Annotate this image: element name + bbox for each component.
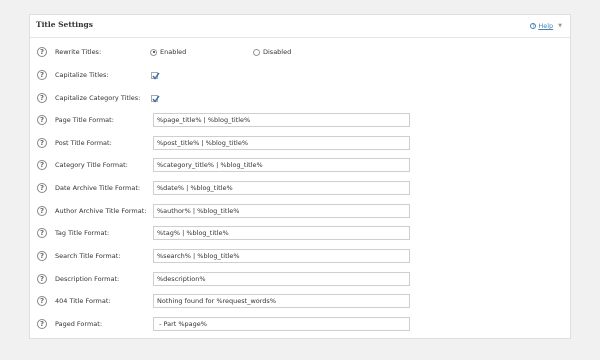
- tag-title-format-row: ? Tag Title Format: %tag% | %blog_title%: [30, 224, 570, 242]
- question-circle-icon[interactable]: ?: [37, 160, 47, 170]
- question-circle-icon[interactable]: ?: [37, 206, 47, 216]
- rewrite-titles-label: Rewrite Titles:: [55, 48, 102, 56]
- field-label: Author Archive Title Format:: [55, 207, 147, 215]
- checkmark-icon: [152, 72, 160, 80]
- capitalize-category-titles-label: Capitalize Category Titles:: [55, 94, 141, 102]
- field-label: Post Title Format:: [55, 139, 112, 147]
- enabled-radio[interactable]: [150, 48, 157, 56]
- date-archive-title-format-input[interactable]: %date% | %blog_title%: [153, 181, 410, 195]
- question-circle-icon[interactable]: ?: [37, 251, 47, 261]
- post-title-format-row: ? Post Title Format: %post_title% | %blo…: [30, 134, 570, 152]
- rewrite-enabled-option[interactable]: Enabled: [150, 48, 186, 56]
- field-label: Date Archive Title Format:: [55, 184, 141, 192]
- paged-format-input[interactable]: - Part %page%: [153, 317, 410, 331]
- question-circle-icon[interactable]: ?: [37, 138, 47, 148]
- question-circle-icon[interactable]: ?: [37, 70, 47, 80]
- capitalize-category-titles-checkbox[interactable]: [151, 94, 160, 103]
- rewrite-disabled-option[interactable]: Disabled: [253, 48, 291, 56]
- field-label: Tag Title Format:: [55, 229, 110, 237]
- 404-title-format-input[interactable]: Nothing found for %request_words%: [153, 294, 410, 308]
- field-label: Search Title Format:: [55, 252, 121, 260]
- help-icon: ?: [530, 23, 537, 30]
- field-label: Page Title Format:: [55, 116, 114, 124]
- enabled-label[interactable]: Enabled: [160, 48, 186, 56]
- category-title-format-row: ? Category Title Format: %category_title…: [30, 156, 570, 174]
- question-circle-icon[interactable]: ?: [37, 274, 47, 284]
- tag-title-format-input[interactable]: %tag% | %blog_title%: [153, 226, 410, 240]
- 404-title-format-row: ? 404 Title Format: Nothing found for %r…: [30, 292, 570, 310]
- help-label[interactable]: Help: [538, 22, 553, 30]
- panel-header: Title Settings ? Help ▼: [30, 15, 570, 38]
- question-circle-icon[interactable]: ?: [37, 319, 47, 329]
- post-title-format-input[interactable]: %post_title% | %blog_title%: [153, 136, 410, 150]
- capitalize-titles-checkbox[interactable]: [151, 71, 160, 80]
- question-circle-icon[interactable]: ?: [37, 296, 47, 306]
- date-archive-title-format-row: ? Date Archive Title Format: %date% | %b…: [30, 179, 570, 197]
- question-circle-icon[interactable]: ?: [37, 47, 47, 57]
- capitalize-titles-label: Capitalize Titles:: [55, 71, 109, 79]
- page-title-format-row: ? Page Title Format: %page_title% | %blo…: [30, 111, 570, 129]
- category-title-format-input[interactable]: %category_title% | %blog_title%: [153, 158, 410, 172]
- checkmark-icon: [152, 95, 160, 103]
- search-title-format-row: ? Search Title Format: %search% | %blog_…: [30, 247, 570, 265]
- capitalize-titles-row: ? Capitalize Titles:: [30, 66, 570, 84]
- disabled-label[interactable]: Disabled: [263, 48, 291, 56]
- page-title-format-input[interactable]: %page_title% | %blog_title%: [153, 113, 410, 127]
- field-label: Description Format:: [55, 275, 120, 283]
- question-circle-icon[interactable]: ?: [37, 228, 47, 238]
- author-archive-title-format-row: ? Author Archive Title Format: %author% …: [30, 202, 570, 220]
- capitalize-category-titles-row: ? Capitalize Category Titles:: [30, 89, 570, 107]
- field-label: Paged Format:: [55, 320, 103, 328]
- paged-format-row: ? Paged Format: - Part %page%: [30, 315, 570, 333]
- field-label: 404 Title Format:: [55, 297, 111, 305]
- help-link[interactable]: ? Help ▼: [530, 22, 562, 30]
- description-format-input[interactable]: %description%: [153, 272, 410, 286]
- description-format-row: ? Description Format: %description%: [30, 270, 570, 288]
- panel-title: Title Settings: [36, 20, 94, 29]
- title-settings-panel: Title Settings ? Help ▼ ? Rewrite Titles…: [29, 14, 571, 339]
- triangle-down-icon[interactable]: ▼: [558, 23, 562, 29]
- question-circle-icon[interactable]: ?: [37, 115, 47, 125]
- author-archive-title-format-input[interactable]: %author% | %blog_title%: [153, 204, 410, 218]
- rewrite-titles-row: ? Rewrite Titles: Enabled Disabled: [30, 43, 570, 61]
- field-label: Category Title Format:: [55, 161, 128, 169]
- question-circle-icon[interactable]: ?: [37, 93, 47, 103]
- question-circle-icon[interactable]: ?: [37, 183, 47, 193]
- disabled-radio[interactable]: [253, 48, 260, 56]
- search-title-format-input[interactable]: %search% | %blog_title%: [153, 249, 410, 263]
